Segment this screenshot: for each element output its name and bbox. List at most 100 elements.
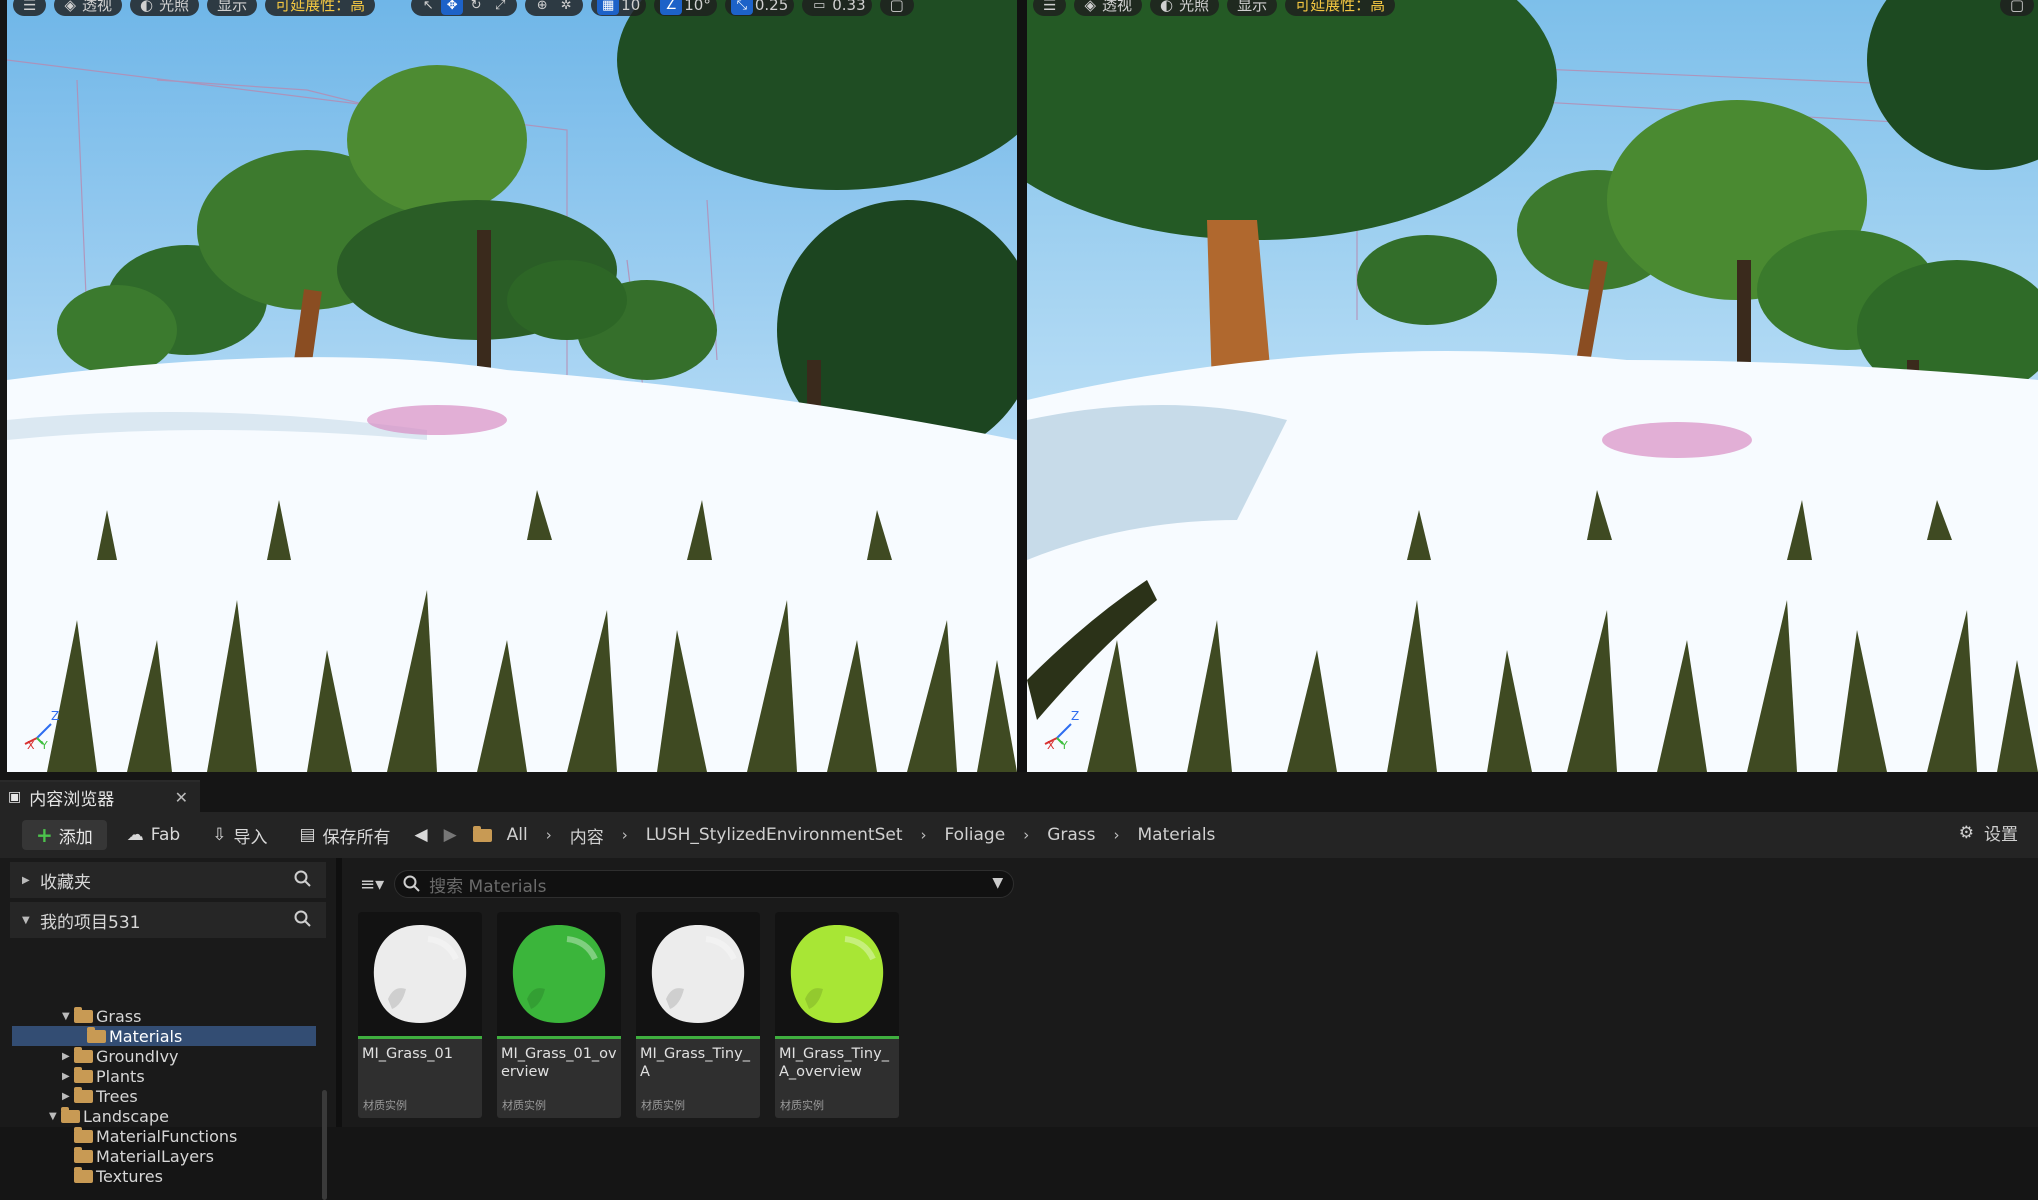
tree-scrollbar[interactable]	[322, 1090, 327, 1200]
show-button[interactable]: 显示	[207, 0, 258, 16]
settings-button[interactable]: ⚙ 设置	[1959, 820, 2018, 846]
chevron-down-icon[interactable]: ▼	[992, 875, 1003, 891]
maximize-viewport-button[interactable]: ▢	[879, 0, 914, 16]
tree-item-label: Textures	[96, 1166, 163, 1186]
scale-icon[interactable]: ⤢	[489, 0, 511, 15]
add-button[interactable]: + 添加	[22, 820, 107, 850]
camera-speed-group[interactable]: ▭ 0.33	[802, 0, 872, 16]
import-button[interactable]: ⇩ 导入	[200, 820, 279, 850]
chevron-right-icon[interactable]: ▶	[62, 1051, 74, 1062]
tree-item-label: MaterialFunctions	[96, 1126, 238, 1146]
material-preview-sphere	[512, 925, 606, 1023]
project-section[interactable]: ▼ 我的项目531	[10, 902, 326, 938]
angle-snap-group[interactable]: ∠ 10°	[654, 0, 717, 16]
translate-icon[interactable]: ✥	[441, 0, 464, 15]
scale-snap-icon: ⤡	[730, 0, 753, 15]
breadcrumb-item[interactable]: Foliage	[945, 825, 1006, 845]
breadcrumb: All › 内容 › LUSH_StylizedEnvironmentSet › Fo…	[507, 823, 1216, 848]
material-thumbnail	[358, 912, 482, 1036]
show-button[interactable]: 显示	[1227, 0, 1278, 16]
asset-type: 材质实例	[363, 1099, 407, 1112]
history-forward-icon[interactable]: ▶	[440, 820, 461, 850]
tree-item[interactable]: ▼ Landscape	[12, 1106, 332, 1126]
tree-item[interactable]: MaterialLayers	[12, 1146, 332, 1166]
search-icon[interactable]	[294, 910, 312, 933]
chevron-right-icon[interactable]: ›	[622, 826, 628, 844]
asset-tile[interactable]: MI_Grass_Tiny_A 材质实例	[636, 912, 760, 1118]
favorites-section[interactable]: ▶ 收藏夹	[10, 862, 326, 898]
chevron-right-icon[interactable]: ›	[546, 826, 552, 844]
tab-content-browser[interactable]: ▣ 内容浏览器 ✕	[0, 780, 200, 812]
tree-item[interactable]: ▼ Grass	[12, 1006, 332, 1026]
tab-bar: ▣ 内容浏览器 ✕	[0, 772, 2038, 812]
scalability-button[interactable]: 可延展性：高	[1285, 0, 1396, 16]
grid-snap-icon: ▦	[597, 0, 620, 15]
tree-item-label: GroundIvy	[96, 1046, 179, 1066]
viewport-menu-button[interactable]: ☰	[13, 0, 47, 16]
chevron-right-icon[interactable]: ›	[1113, 826, 1119, 844]
fab-icon: ☁	[126, 825, 144, 845]
scale-snap-group[interactable]: ⤡ 0.25	[724, 0, 795, 16]
tree-item[interactable]: Materials	[12, 1026, 316, 1046]
asset-view: ≡▾ 搜索 Materials ▼ MI_Grass_01 材质实例 MI_Gras…	[348, 858, 2038, 1127]
surface-snap-icon[interactable]: ✲	[555, 0, 577, 15]
history-back-icon[interactable]: ◀	[411, 820, 432, 850]
chevron-right-icon[interactable]: ›	[921, 826, 927, 844]
folder-icon	[74, 1166, 93, 1183]
breadcrumb-item[interactable]: All	[507, 825, 528, 845]
hamburger-menu-icon: ☰	[1043, 0, 1057, 14]
scalability-button[interactable]: 可延展性：高	[265, 0, 376, 16]
search-input[interactable]: 搜索 Materials ▼	[394, 870, 1015, 898]
close-icon[interactable]: ✕	[175, 788, 188, 807]
perspective-button[interactable]: ◈ 透视	[54, 0, 123, 16]
chevron-down-icon[interactable]: ▼	[49, 1111, 61, 1122]
chevron-down-icon[interactable]: ▼	[62, 1011, 74, 1022]
folder-tree: ▼ Grass Materials ▶ GroundIvy ▶ Plants ▶ Trees ▼ L…	[12, 1006, 332, 1186]
folder-icon	[74, 1066, 93, 1083]
world-globe-icon[interactable]: ⊕	[531, 0, 553, 15]
save-all-button[interactable]: ▤ 保存所有	[287, 820, 402, 850]
breadcrumb-item[interactable]: Grass	[1047, 825, 1095, 845]
search-icon[interactable]	[294, 870, 312, 893]
chevron-right-icon[interactable]: ▶	[62, 1091, 74, 1102]
svg-text:Z: Z	[51, 709, 59, 723]
viewport-menu-button[interactable]: ☰	[1033, 0, 1067, 16]
breadcrumb-item[interactable]: LUSH_StylizedEnvironmentSet	[646, 825, 903, 845]
breadcrumb-item[interactable]: Materials	[1137, 825, 1215, 845]
maximize-viewport-button[interactable]: ▢	[1999, 0, 2034, 16]
plus-icon: +	[36, 823, 53, 847]
svg-text:X: X	[27, 739, 35, 750]
perspective-button[interactable]: ◈ 透视	[1074, 0, 1143, 16]
select-cursor-icon[interactable]: ↖	[417, 0, 439, 15]
rotate-icon[interactable]: ↻	[465, 0, 487, 15]
asset-tile[interactable]: MI_Grass_01 材质实例	[358, 912, 482, 1118]
chevron-right-icon: ▶	[22, 874, 30, 886]
chevron-right-icon[interactable]: ›	[1023, 826, 1029, 844]
viewport-splitter[interactable]	[1017, 0, 1027, 772]
material-thumbnail	[497, 912, 621, 1036]
hamburger-menu-icon: ☰	[23, 0, 37, 14]
maximize-icon: ▢	[2009, 0, 2024, 14]
lit-sphere-icon: ◐	[1160, 0, 1174, 14]
filter-icon[interactable]: ≡▾	[360, 874, 384, 895]
tree-item[interactable]: ▶ Trees	[12, 1086, 332, 1106]
fab-button[interactable]: ☁ Fab	[115, 820, 192, 850]
material-preview-sphere	[373, 925, 467, 1023]
viewport-left[interactable]: ☰ ◈ 透视 ◐ 光照 显示 可延展性：高 ↖ ✥ ↻ ⤢ ⊕ ✲ ▦ 10 ∠ 1…	[7, 0, 1017, 772]
grid-snap-group[interactable]: ▦ 10	[591, 0, 647, 16]
lit-button[interactable]: ◐ 光照	[130, 0, 200, 16]
asset-tile[interactable]: MI_Grass_01_overview 材质实例	[497, 912, 621, 1118]
breadcrumb-item[interactable]: 内容	[570, 823, 604, 848]
tree-item[interactable]: MaterialFunctions	[12, 1126, 332, 1146]
content-browser-panel: ▣ 内容浏览器 ✕ + 添加 ☁ Fab ⇩ 导入 ▤ 保存所有 ◀ ▶ All › 内容…	[0, 772, 2038, 1200]
viewport-right[interactable]: ☰ ◈ 透视 ◐ 光照 显示 可延展性：高 ▢ Z X Y	[1027, 0, 2038, 772]
tree-item[interactable]: Textures	[12, 1166, 332, 1186]
tree-item-label: Plants	[96, 1066, 145, 1086]
lit-button[interactable]: ◐ 光照	[1150, 0, 1220, 16]
asset-tile[interactable]: MI_Grass_Tiny_A_overview 材质实例	[775, 912, 899, 1118]
chevron-right-icon[interactable]: ▶	[62, 1071, 74, 1082]
material-preview-sphere	[651, 925, 745, 1023]
tree-item[interactable]: ▶ Plants	[12, 1066, 332, 1086]
scene-render-right	[1027, 0, 2038, 772]
tree-item[interactable]: ▶ GroundIvy	[12, 1046, 332, 1066]
